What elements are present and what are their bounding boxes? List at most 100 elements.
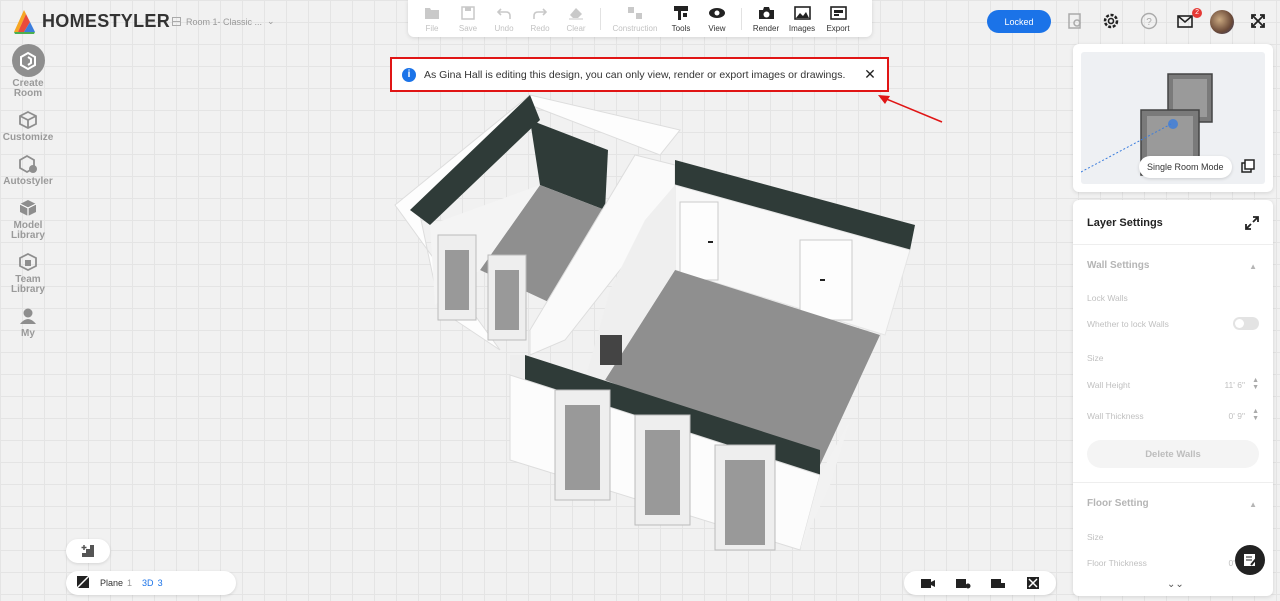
- show-more-icon[interactable]: ⌄⌄: [1167, 579, 1184, 590]
- fit-view-icon[interactable]: [1024, 576, 1042, 590]
- clear-label: Clear: [566, 24, 586, 33]
- folder-icon: [424, 4, 440, 22]
- mail-icon[interactable]: 2: [1176, 8, 1202, 30]
- catalog-icon[interactable]: [1066, 12, 1084, 30]
- wall-height-stepper[interactable]: ▲ ▼: [1252, 377, 1259, 391]
- lock-walls-toggle[interactable]: [1233, 317, 1259, 330]
- locked-button[interactable]: Locked: [987, 10, 1051, 33]
- nav-label: Autostyler: [3, 176, 53, 187]
- help-icon[interactable]: ?: [1140, 12, 1158, 30]
- save-button[interactable]: Save: [450, 4, 486, 33]
- cube-icon: [17, 109, 39, 131]
- undo-label: Undo: [494, 24, 514, 33]
- construction-label: Construction: [612, 24, 658, 33]
- 3d-viewport[interactable]: [390, 90, 930, 560]
- export-icon: [829, 4, 847, 22]
- delete-walls-button[interactable]: Delete Walls: [1087, 440, 1259, 468]
- user-icon: [17, 305, 39, 327]
- construction-button[interactable]: Construction: [607, 4, 663, 33]
- edit-note-icon: [1244, 554, 1257, 566]
- notice-text: As Gina Hall is editing this design, you…: [424, 68, 846, 81]
- undo-button[interactable]: Undo: [486, 4, 522, 33]
- 3d-view-toggle[interactable]: 3D 3: [142, 578, 163, 588]
- view-button[interactable]: View: [699, 4, 735, 33]
- wall-settings-header[interactable]: Wall Settings: [1087, 260, 1149, 271]
- create-room-icon: [11, 44, 45, 77]
- window-front-3: [714, 444, 776, 551]
- images-label: Images: [788, 24, 816, 33]
- window-left-room-1: [437, 234, 477, 321]
- view-label: View: [708, 24, 726, 33]
- floor-setting-header[interactable]: Floor Setting: [1087, 498, 1149, 509]
- tools-label: Tools: [671, 24, 691, 33]
- model-library-icon: [17, 197, 39, 219]
- nav-label: Model Library: [11, 220, 45, 241]
- wall-thickness-label: Wall Thickness: [1087, 411, 1144, 421]
- room-name: Room 1- Classic ...: [186, 16, 263, 27]
- nav-customize[interactable]: Customize: [0, 109, 56, 143]
- team-library-icon: [17, 251, 39, 273]
- layer-settings-panel: Layer Settings Wall Settings ▲ Lock Wall…: [1073, 200, 1273, 596]
- homestyler-logo-icon: [14, 10, 35, 34]
- eraser-icon: [568, 4, 584, 22]
- add-floor-icon: [81, 545, 94, 557]
- images-icon: [793, 4, 811, 22]
- nav-my[interactable]: My: [0, 305, 56, 339]
- wall-height-value[interactable]: 11' 6": [1224, 380, 1245, 390]
- file-button[interactable]: File: [414, 4, 450, 33]
- plane-view-toggle[interactable]: Plane 1: [100, 578, 132, 588]
- camera-orbit-icon[interactable]: [954, 576, 972, 590]
- nav-label: Customize: [2, 132, 54, 143]
- room-name-dropdown[interactable]: Room 1- Classic ... ⌄: [172, 16, 275, 27]
- floor-thickness-label: Floor Thickness: [1087, 558, 1147, 568]
- close-icon[interactable]: ✕: [863, 66, 877, 83]
- view-mode-bar: Plane 1 3D 3: [66, 571, 236, 595]
- render-button[interactable]: Render: [748, 4, 784, 33]
- brand-name: HOMESTYLER: [42, 10, 171, 31]
- collapse-icon[interactable]: ▲: [1249, 500, 1257, 509]
- eye-icon: [708, 4, 726, 22]
- tools-button[interactable]: Tools: [663, 4, 699, 33]
- images-button[interactable]: Images: [784, 4, 820, 33]
- svg-text:?: ?: [1146, 17, 1152, 28]
- wall-thickness-stepper[interactable]: ▲ ▼: [1252, 408, 1259, 422]
- camera-add-icon[interactable]: [919, 576, 937, 590]
- fullscreen-icon[interactable]: [1249, 12, 1267, 30]
- camera-walk-icon[interactable]: [989, 576, 1007, 590]
- nav-team-library[interactable]: Team Library: [0, 251, 56, 295]
- nav-model-library[interactable]: Model Library: [0, 197, 56, 241]
- camera-controls-bar: [904, 571, 1056, 595]
- annotation-arrow: [878, 95, 943, 123]
- floorplan-icon[interactable]: [76, 575, 90, 591]
- toolbar-divider: [741, 7, 742, 30]
- nav-autostyler[interactable]: Autostyler: [0, 153, 56, 187]
- top-toolbar: File Save Undo Redo Clear Construction T…: [408, 0, 872, 37]
- feedback-button[interactable]: [1235, 545, 1265, 575]
- expand-icon[interactable]: [1245, 216, 1259, 230]
- room-icon: [172, 17, 181, 26]
- chevron-down-icon: ⌄: [267, 16, 275, 26]
- 3d-count: 3: [157, 578, 163, 588]
- export-button[interactable]: Export: [820, 4, 856, 33]
- gear-icon[interactable]: [1102, 12, 1120, 30]
- add-layer-button[interactable]: [66, 539, 110, 563]
- window-left-room-2: [487, 254, 527, 341]
- redo-button[interactable]: Redo: [522, 4, 558, 33]
- plane-label: Plane: [100, 578, 124, 588]
- nav-create-room[interactable]: Create Room: [0, 44, 56, 99]
- nav-label: Create Room: [12, 78, 44, 99]
- clear-button[interactable]: Clear: [558, 4, 594, 33]
- collapse-icon[interactable]: ▲: [1249, 262, 1257, 271]
- divider: [1073, 482, 1273, 483]
- size-label: Size: [1087, 353, 1104, 363]
- single-room-mode-button[interactable]: Single Room Mode: [1139, 156, 1232, 178]
- window-front-2: [634, 414, 691, 526]
- homestyler-logo[interactable]: HOMESTYLER: [12, 8, 170, 34]
- camera-icon: [758, 4, 775, 22]
- redo-icon: [533, 4, 547, 22]
- avatar[interactable]: [1210, 10, 1234, 34]
- nav-label: My: [21, 328, 35, 339]
- plane-count: 1: [127, 578, 133, 588]
- wall-thickness-value[interactable]: 0' 9": [1229, 411, 1245, 421]
- copy-icon[interactable]: [1240, 158, 1256, 174]
